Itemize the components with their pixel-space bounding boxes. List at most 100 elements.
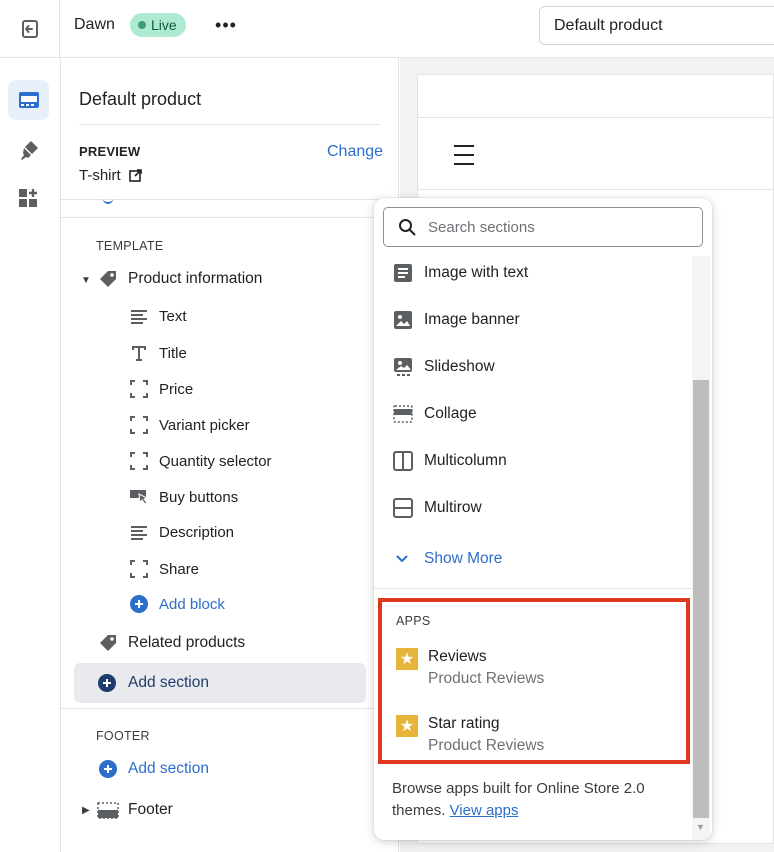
divider [79,124,380,125]
image-with-text-icon [392,262,414,284]
sidebar: Default product PREVIEW Change T-shirt T… [61,58,399,852]
divider [418,117,774,118]
dashed-box-icon [128,560,150,578]
block-item[interactable]: Description [128,524,234,541]
dashed-box-icon [128,380,150,398]
browse-apps-text: Browse apps built for Online Store 2.0 t… [392,778,682,822]
buy-button-icon [128,488,150,506]
add-section-label: Add section [128,674,209,691]
search-icon [399,219,416,236]
block-label: Share [159,560,200,578]
app-item-star-rating[interactable]: ★ Star rating Product Reviews [396,715,544,755]
section-option[interactable]: Image banner [392,309,520,331]
multicolumn-icon [392,450,414,472]
block-item[interactable]: Title [128,344,187,362]
app-name: Star rating [428,715,500,732]
section-option-label: Multirow [424,499,482,516]
divider [61,708,398,709]
section-option[interactable]: Slideshow [392,356,495,378]
section-option-label: Image banner [424,311,520,328]
preview-product-link[interactable]: T-shirt [79,167,142,184]
section-option-label: Slideshow [424,358,495,375]
status-badge-label: Live [151,17,177,33]
section-footer[interactable]: Footer [97,800,173,820]
block-item[interactable]: Buy buttons [128,488,238,506]
block-label: Text [159,308,187,325]
section-related-products[interactable]: Related products [97,633,245,653]
block-item[interactable]: Quantity selector [128,452,272,470]
block-label: Quantity selector [159,452,272,470]
section-option[interactable]: Multicolumn [392,450,507,472]
more-actions-button[interactable]: ••• [212,12,240,38]
footer-add-section-button[interactable]: Add section [97,760,209,778]
apps-group-label: APPS [396,614,431,628]
add-section-button[interactable]: Add section [74,663,366,703]
section-title: Footer [128,801,173,818]
search-input[interactable] [428,218,678,236]
scrollbar-thumb[interactable] [693,380,709,818]
show-more-label: Show More [424,550,503,567]
section-title: Product information [128,270,263,287]
title-t-icon [128,344,150,362]
external-link-icon [128,169,142,182]
exit-icon [21,19,38,38]
tag-icon [97,269,119,289]
image-banner-icon [392,309,414,331]
chevron-down-icon [396,555,408,563]
block-item[interactable]: Variant picker [128,416,250,434]
add-block-label: Add block [159,595,225,613]
section-option-label: Image with text [424,264,529,281]
block-item[interactable]: Price [128,380,193,398]
section-option-label: Multicolumn [424,452,507,469]
rail-theme-settings-button[interactable] [8,130,49,170]
section-option[interactable]: Image with text [392,262,528,284]
dashed-box-icon [128,452,150,470]
preview-label: PREVIEW [79,144,141,159]
footer-layout-icon [97,800,119,820]
add-section-popover: Image with text Image banner Slideshow Coll… [374,198,712,840]
rail-apps-button[interactable] [8,178,49,218]
top-bar: Dawn Live ••• Default product [0,0,774,58]
caret-right-icon[interactable]: ▶ [82,805,90,816]
star-icon: ★ [396,715,418,737]
apps-highlight-box: APPS ★ Reviews Product Reviews ★ Star ra… [378,598,690,764]
multirow-icon [392,497,414,519]
exit-button[interactable] [0,0,60,57]
slideshow-icon [392,356,414,378]
block-label: Price [159,380,194,398]
icon-rail [0,58,61,852]
scrollbar[interactable]: ▼ [692,256,710,840]
block-label: Variant picker [159,416,250,434]
preview-product-label: T-shirt [79,167,121,184]
hamburger-menu-icon[interactable] [454,145,474,172]
caret-down-icon[interactable]: ▼ [81,275,91,286]
scroll-indicator-icon [103,194,113,204]
section-option[interactable]: Collage [392,403,477,425]
section-option-label: Collage [424,405,477,422]
add-block-button[interactable]: Add block [128,595,225,613]
template-group-label: TEMPLATE [96,239,164,253]
view-apps-link[interactable]: View apps [450,802,519,819]
rail-sections-button[interactable] [8,80,49,120]
block-item[interactable]: Text [128,308,187,325]
footer-group-label: FOOTER [96,729,150,743]
section-title: Related products [128,634,246,651]
search-field[interactable] [383,207,703,247]
app-item-reviews[interactable]: ★ Reviews Product Reviews [396,648,544,688]
plus-circle-icon [98,674,116,692]
scroll-down-icon[interactable]: ▼ [696,822,705,832]
theme-name: Dawn [74,16,115,33]
status-badge: Live [130,13,186,37]
section-product-information[interactable]: Product information [97,269,262,289]
collage-icon [392,403,414,425]
text-lines-icon [128,525,150,541]
star-icon: ★ [396,648,418,670]
app-provider: Product Reviews [428,670,545,687]
section-option[interactable]: Multirow [392,497,482,519]
app-name: Reviews [428,648,487,665]
template-select[interactable]: Default product [539,6,774,45]
plus-circle-icon [97,760,119,778]
block-item[interactable]: Share [128,560,199,578]
show-more-button[interactable]: Show More [394,550,502,568]
preview-change-link[interactable]: Change [327,143,383,161]
